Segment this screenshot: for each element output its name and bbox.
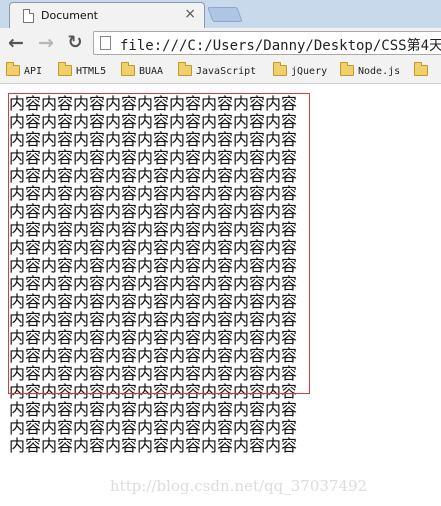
bookmark-label: HTML5 [76,66,107,77]
content-line: 内容内容内容内容内容内容内容内容内容 [9,293,297,311]
content-line: 内容内容内容内容内容内容内容内容内容 [9,419,297,437]
bookmark-label: jQuery [291,66,328,77]
bookmark-label: API [24,66,43,77]
bookmark-html5[interactable]: HTML5 [58,61,107,80]
document-icon [23,9,34,23]
new-tab-button[interactable] [207,7,243,22]
content-line: 内容内容内容内容内容内容内容内容内容 [9,203,297,221]
content-line: 内容内容内容内容内容内容内容内容内容 [9,311,297,329]
folder-icon [121,61,135,76]
address-bar[interactable]: file:///C:/Users/Danny/Desktop/CSS第4天案 [93,31,441,55]
content-line: 内容内容内容内容内容内容内容内容内容 [9,257,297,275]
content-line: 内容内容内容内容内容内容内容内容内容 [9,365,297,383]
page-icon [100,36,111,50]
content-line: 内容内容内容内容内容内容内容内容内容 [9,401,297,419]
folder-icon [178,61,192,76]
folder-icon [273,61,287,76]
bookmark-nodejs[interactable]: Node.js [340,61,401,80]
bookmark-overflow[interactable] [414,61,432,80]
content-line: 内容内容内容内容内容内容内容内容内容 [9,437,297,455]
bookmark-buaa[interactable]: BUAA [121,61,164,80]
content-line: 内容内容内容内容内容内容内容内容内容 [9,275,297,293]
tab-strip: Document × [0,0,441,29]
content-line: 内容内容内容内容内容内容内容内容内容 [9,95,297,113]
content-line: 内容内容内容内容内容内容内容内容内容 [9,347,297,365]
folder-icon [58,61,72,76]
content-line: 内容内容内容内容内容内容内容内容内容 [9,329,297,347]
tab-title: Document [41,9,98,22]
bookmark-api[interactable]: API [6,61,43,80]
content-line: 内容内容内容内容内容内容内容内容内容 [9,167,297,185]
folder-icon [414,61,428,76]
reload-icon[interactable]: ↻ [65,33,85,53]
bookmark-label: Node.js [358,66,401,77]
close-tab-icon[interactable]: × [184,6,196,22]
forward-arrow-icon[interactable]: → [36,33,56,53]
bookmark-label: JavaScript [196,66,257,77]
back-arrow-icon[interactable]: ← [6,33,26,53]
content-line: 内容内容内容内容内容内容内容内容内容 [9,383,297,401]
content-line: 内容内容内容内容内容内容内容内容内容 [9,149,297,167]
tab-document[interactable]: Document × [9,2,205,29]
bookmark-label: BUAA [139,66,164,77]
content-line: 内容内容内容内容内容内容内容内容内容 [9,221,297,239]
bookmarks-bar: API HTML5 BUAA JavaScript jQuery Node.js [0,58,441,84]
address-url[interactable]: file:///C:/Users/Danny/Desktop/CSS第4天案 [120,35,441,55]
content-line: 内容内容内容内容内容内容内容内容内容 [9,131,297,149]
content-line: 内容内容内容内容内容内容内容内容内容 [9,185,297,203]
folder-icon [6,61,20,76]
bookmark-jquery[interactable]: jQuery [273,61,328,80]
content-line: 内容内容内容内容内容内容内容内容内容 [9,239,297,257]
watermark: http://blog.csdn.net/qq_37037492 [110,477,368,495]
bookmark-javascript[interactable]: JavaScript [178,61,257,80]
content-line: 内容内容内容内容内容内容内容内容内容 [9,113,297,131]
folder-icon [340,61,354,76]
overflowing-content: 内容内容内容内容内容内容内容内容内容 内容内容内容内容内容内容内容内容内容 内容… [9,95,297,455]
